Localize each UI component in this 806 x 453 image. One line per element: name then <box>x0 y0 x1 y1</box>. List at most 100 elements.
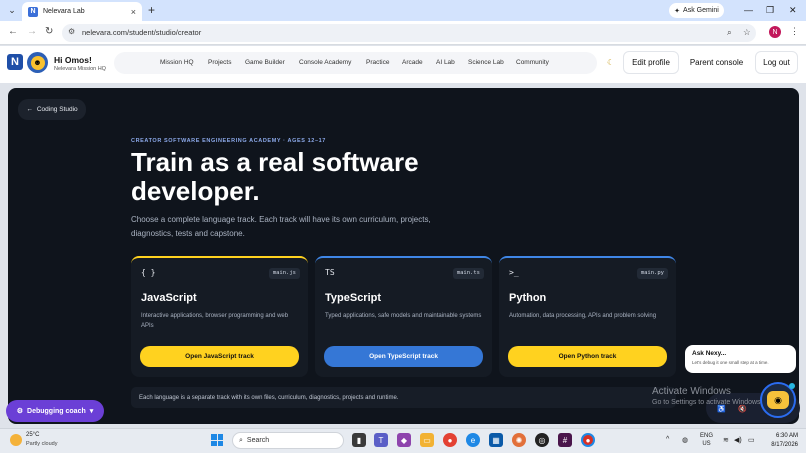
zoom-icon[interactable]: ⌕ <box>727 27 732 38</box>
tab-search-icon[interactable]: ⌄ <box>4 3 20 18</box>
file-badge: main.ts <box>452 268 484 279</box>
weather-temp[interactable]: 25°C <box>26 432 39 438</box>
file-viewer-icon[interactable]: ▮ <box>352 433 366 447</box>
tray-chevron-icon[interactable]: ^ <box>666 436 669 443</box>
tray-app-icon[interactable]: ◍ <box>682 436 688 444</box>
chatgpt-icon[interactable]: ◎ <box>535 433 549 447</box>
slack-icon[interactable]: # <box>558 433 572 447</box>
page-title: Train as a real software developer. <box>131 147 419 206</box>
debugging-coach-button[interactable]: ⚙ Debugging coach ▾ <box>6 400 104 422</box>
browser-tab-bar: ⌄ N Nelevara Lab × + ✦ Ask Gemini — ❐ ✕ <box>0 0 806 21</box>
back-to-coding-studio-button[interactable]: ← Coding Studio <box>18 99 86 120</box>
weather-sun-icon[interactable] <box>10 434 22 446</box>
nav-game-builder[interactable]: Game Builder <box>245 59 285 66</box>
open-javascript-track-button[interactable]: Open JavaScript track <box>140 346 299 367</box>
nav-community[interactable]: Community <box>516 59 549 66</box>
chrome-active-icon[interactable]: ● <box>581 433 595 447</box>
address-bar[interactable]: ⚙ nelevara.com/student/studio/creator ⌕ … <box>62 24 756 42</box>
edit-profile-button[interactable]: Edit profile <box>623 51 679 74</box>
site-info-icon[interactable]: ⚙ <box>68 27 75 36</box>
online-status-dot <box>789 383 795 389</box>
weather-condition[interactable]: Partly cloudy <box>26 441 58 447</box>
nav-ai-lab[interactable]: AI Lab <box>436 59 455 66</box>
nav-console-academy[interactable]: Console Academy <box>299 59 351 66</box>
open-typescript-track-button[interactable]: Open TypeScript track <box>324 346 483 367</box>
braces-icon: { } <box>141 268 156 277</box>
nav-projects[interactable]: Projects <box>208 59 231 66</box>
track-description: Automation, data processing, APIs and pr… <box>509 313 657 319</box>
bookmark-star-icon[interactable]: ☆ <box>743 27 751 38</box>
file-badge: main.py <box>636 268 668 279</box>
search-icon: ⌕ <box>239 436 243 444</box>
copilot-icon[interactable]: ◆ <box>397 433 411 447</box>
nexy-speech-bubble[interactable]: Ask Nexy... Let's debug it one small ste… <box>685 345 796 373</box>
tracks-note: Each language is a separate track with i… <box>131 387 676 408</box>
tab-title: Nelevara Lab <box>43 8 85 15</box>
track-title: Python <box>509 292 547 304</box>
accessibility-icon[interactable]: ♿ <box>717 405 726 413</box>
ask-gemini-button[interactable]: ✦ Ask Gemini <box>669 3 724 18</box>
minimize-icon[interactable]: — <box>744 3 753 17</box>
system-clock[interactable]: 6:30 AM 8/17/2026 <box>766 432 798 450</box>
activate-windows-title: Activate Windows <box>652 386 731 397</box>
arrow-left-icon: ← <box>26 106 33 113</box>
site-logo[interactable]: N <box>7 54 23 70</box>
track-description: Interactive applications, browser progra… <box>141 313 289 329</box>
typescript-file-icon: TS <box>325 268 335 277</box>
track-card-python: >_ main.py Python Automation, data proce… <box>499 256 676 377</box>
language-indicator[interactable]: ENG US <box>700 432 713 448</box>
back-icon[interactable]: ← <box>8 26 18 37</box>
open-python-track-button[interactable]: Open Python track <box>508 346 667 367</box>
track-card-javascript: { } main.js JavaScript Interactive appli… <box>131 256 308 377</box>
avatar[interactable]: ☻ <box>27 52 48 73</box>
teams-icon[interactable]: T <box>374 433 388 447</box>
page-description: Choose a complete language track. Each t… <box>131 215 431 238</box>
wifi-icon[interactable]: ≋ <box>723 436 729 444</box>
store-icon[interactable]: ▦ <box>489 433 503 447</box>
nav-practice[interactable]: Practice <box>366 59 389 66</box>
file-explorer-icon[interactable]: ▭ <box>420 433 434 447</box>
taskbar-search[interactable]: ⌕ Search <box>232 432 344 449</box>
chevron-down-icon: ▾ <box>89 408 94 415</box>
gemini-sparkle-icon: ✦ <box>674 7 681 15</box>
smiley-icon: ☻ <box>30 55 45 70</box>
robot-icon: ◉ <box>767 391 789 409</box>
bug-icon: ⚙ <box>16 408 24 415</box>
nexy-bubble-text: Let's debug it one small step at a time. <box>692 360 769 365</box>
log-out-button[interactable]: Log out <box>755 51 798 74</box>
chrome-icon[interactable]: ● <box>443 433 457 447</box>
site-favicon-icon: N <box>28 6 38 17</box>
menu-kebab-icon[interactable]: ⋮ <box>790 26 799 37</box>
nav-arcade[interactable]: Arcade <box>402 59 423 66</box>
track-description: Typed applications, safe models and main… <box>325 313 482 319</box>
claude-icon[interactable]: ✺ <box>512 433 526 447</box>
browser-toolbar: ← → ↻ ⚙ nelevara.com/student/studio/crea… <box>0 21 806 45</box>
forward-icon[interactable]: → <box>27 26 37 37</box>
battery-icon[interactable]: ▭ <box>748 436 755 444</box>
track-title: JavaScript <box>141 292 197 304</box>
track-card-typescript: TS main.ts TypeScript Typed applications… <box>315 256 492 377</box>
greeting: Hi Omos! <box>54 55 92 65</box>
nexy-bubble-title: Ask Nexy... <box>692 350 727 357</box>
restore-icon[interactable]: ❐ <box>766 3 774 17</box>
parent-console-button[interactable]: Parent console <box>684 51 749 74</box>
mute-icon[interactable]: 🔇 <box>738 405 747 413</box>
close-tab-icon[interactable]: × <box>131 7 136 17</box>
profile-avatar[interactable]: N <box>769 26 781 38</box>
url-text[interactable]: nelevara.com/student/studio/creator <box>82 28 201 37</box>
volume-icon[interactable]: ◀) <box>734 436 742 444</box>
file-badge: main.js <box>268 268 300 279</box>
windows-start-icon[interactable] <box>211 434 223 446</box>
nav-science-lab[interactable]: Science Lab <box>468 59 504 66</box>
new-tab-icon[interactable]: + <box>148 3 155 18</box>
terminal-icon: >_ <box>509 268 519 277</box>
edge-icon[interactable]: e <box>466 433 480 447</box>
theme-moon-icon[interactable]: ☾ <box>607 58 614 67</box>
close-window-icon[interactable]: ✕ <box>789 3 797 17</box>
nav-mission-hq[interactable]: Mission HQ <box>160 59 194 66</box>
greeting-subtitle: Nelevara Mission HQ <box>54 66 106 72</box>
tab-active[interactable]: N Nelevara Lab × <box>22 2 142 21</box>
reload-icon[interactable]: ↻ <box>45 26 53 37</box>
section-kicker: CREATOR SOFTWARE ENGINEERING ACADEMY · A… <box>131 138 326 144</box>
track-title: TypeScript <box>325 292 382 304</box>
